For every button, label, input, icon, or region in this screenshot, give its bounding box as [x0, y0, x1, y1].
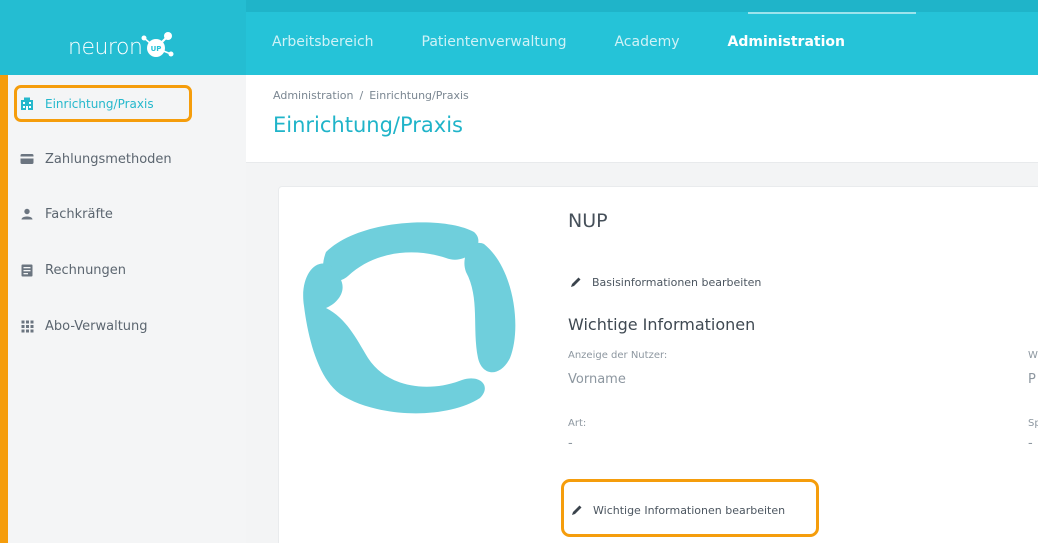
main-nav: Arbeitsbereich Patientenverwaltung Acade…: [272, 12, 893, 75]
highlight-box-sidebar: [14, 85, 192, 122]
nav-item-administration[interactable]: Administration: [728, 12, 845, 75]
right-field-value-2: -: [1028, 436, 1033, 451]
person-icon: [20, 207, 34, 221]
highlight-strip: [0, 75, 8, 543]
practice-logo: UP: [303, 222, 516, 414]
practice-name: NUP: [568, 210, 608, 232]
edit-basic-info-button[interactable]: Basisinformationen bearbeiten: [570, 272, 761, 292]
brand-name: neuron: [68, 35, 143, 60]
display-users-label: Anzeige der Nutzer:: [568, 350, 668, 361]
right-field-label-2: Sp: [1028, 418, 1038, 429]
right-field-label-1: W: [1028, 350, 1038, 361]
highlight-box-edit: [561, 479, 819, 537]
practice-logo-text: UP: [370, 287, 466, 371]
page-title: Einrichtung/Praxis: [273, 113, 463, 137]
right-field-value-1: P: [1028, 372, 1036, 387]
brand-logo[interactable]: neuron UP: [68, 28, 174, 60]
neuron-logo-icon: UP: [141, 32, 174, 57]
pencil-icon: [571, 277, 581, 287]
grid-icon: [20, 319, 34, 333]
breadcrumb-item-current: Einrichtung/Praxis: [369, 89, 469, 102]
breadcrumb-separator: /: [359, 89, 364, 102]
sidebar-item-fachkraefte[interactable]: Fachkräfte: [20, 201, 113, 227]
type-label: Art:: [568, 418, 587, 429]
sidebar-item-label: Zahlungsmethoden: [45, 151, 172, 167]
nav-item-arbeitsbereich[interactable]: Arbeitsbereich: [272, 12, 374, 75]
nav-item-academy[interactable]: Academy: [614, 12, 679, 75]
sidebar-item-label: Abo-Verwaltung: [45, 318, 148, 334]
logo-area: neuron UP: [0, 0, 246, 75]
active-nav-indicator: [748, 12, 916, 14]
invoice-icon: [20, 263, 34, 277]
page-header: Administration / Einrichtung/Praxis Einric…: [246, 75, 1038, 163]
important-info-title: Wichtige Informationen: [568, 315, 756, 334]
breadcrumb-item-administration[interactable]: Administration: [273, 89, 354, 102]
nav-item-patientenverwaltung[interactable]: Patientenverwaltung: [422, 12, 567, 75]
type-value: -: [568, 436, 573, 451]
logo-badge-text: UP: [151, 45, 162, 53]
breadcrumb: Administration / Einrichtung/Praxis: [273, 89, 469, 102]
edit-basic-info-label: Basisinformationen bearbeiten: [592, 275, 762, 289]
sidebar-item-label: Fachkräfte: [45, 206, 113, 222]
sidebar-item-rechnungen[interactable]: Rechnungen: [20, 257, 126, 283]
sidebar-item-zahlungsmethoden[interactable]: Zahlungsmethoden: [20, 146, 172, 172]
sidebar-item-abo-verwaltung[interactable]: Abo-Verwaltung: [20, 313, 148, 339]
credit-card-icon: [20, 152, 34, 166]
display-users-value: Vorname: [568, 372, 626, 387]
sidebar-item-label: Rechnungen: [45, 262, 127, 278]
